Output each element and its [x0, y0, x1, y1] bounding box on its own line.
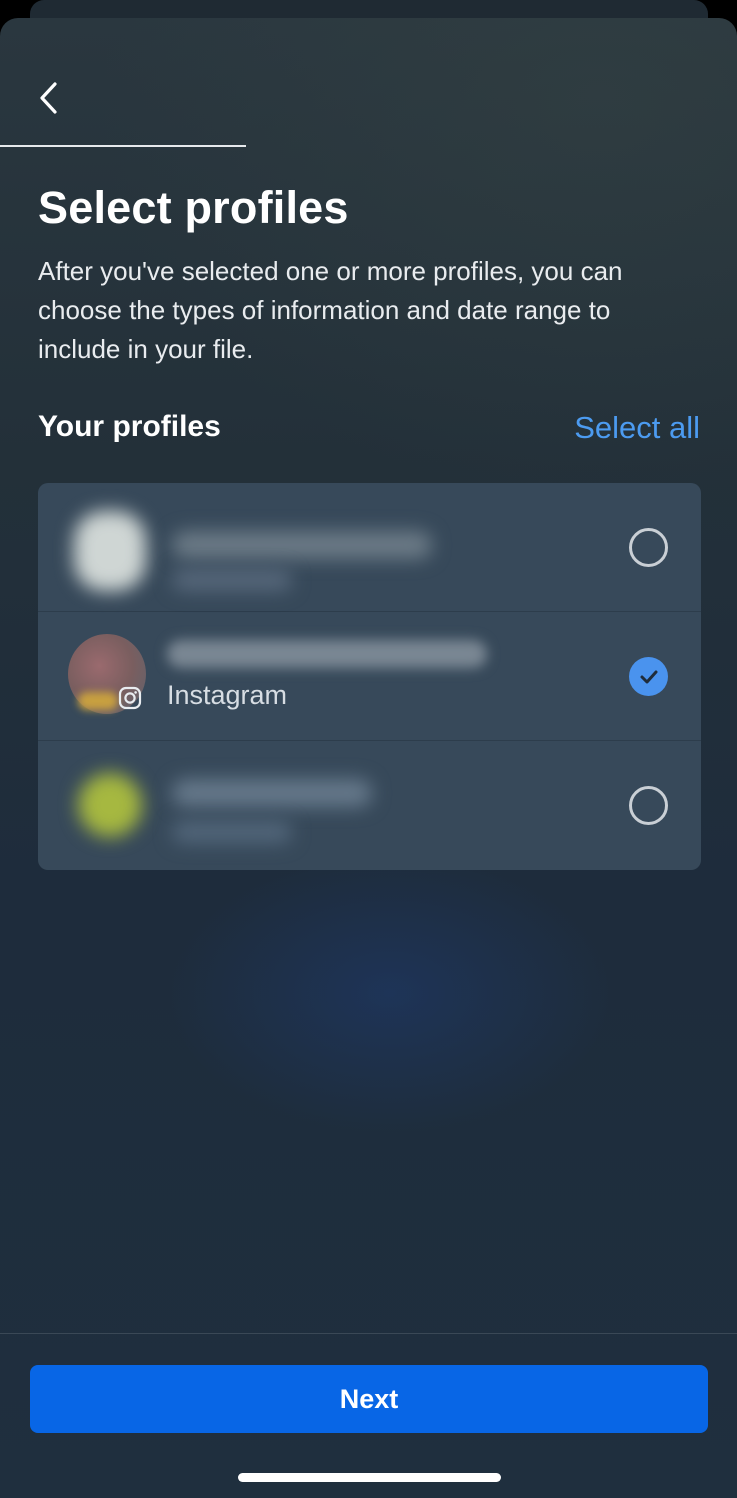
avatar-accent [78, 692, 118, 710]
profile-name-redacted [172, 531, 432, 559]
select-all-button[interactable]: Select all [574, 410, 700, 446]
profile-platform-redacted [172, 569, 292, 591]
profile-3-radio[interactable] [629, 786, 668, 825]
back-button[interactable] [28, 76, 68, 120]
section-title: Your profiles [38, 410, 221, 443]
profile-1-radio[interactable] [629, 528, 668, 567]
avatar [78, 773, 142, 837]
profile-row-2[interactable]: Instagram [38, 612, 701, 741]
page-description: After you've selected one or more profil… [38, 256, 623, 364]
profile-row-1[interactable] [38, 483, 701, 612]
footer-divider [0, 1333, 737, 1334]
avatar [74, 511, 146, 591]
chevron-left-icon [40, 82, 57, 114]
home-indicator [238, 1473, 501, 1482]
profile-platform: Instagram [167, 680, 288, 710]
profiles-list: Instagram [38, 483, 701, 870]
profile-2-radio-checked[interactable] [629, 657, 668, 696]
instagram-icon [118, 686, 142, 710]
header-underline [0, 145, 246, 147]
checkmark-icon [640, 670, 657, 683]
next-button[interactable]: Next [30, 1365, 708, 1433]
page-title: Select profiles [38, 182, 349, 233]
profile-row-3[interactable] [38, 741, 701, 870]
select-profiles-sheet: Select profiles After you've selected on… [0, 18, 737, 1498]
profile-platform-redacted [172, 821, 292, 843]
profile-name-redacted [172, 779, 372, 807]
profile-name-redacted [167, 640, 487, 668]
